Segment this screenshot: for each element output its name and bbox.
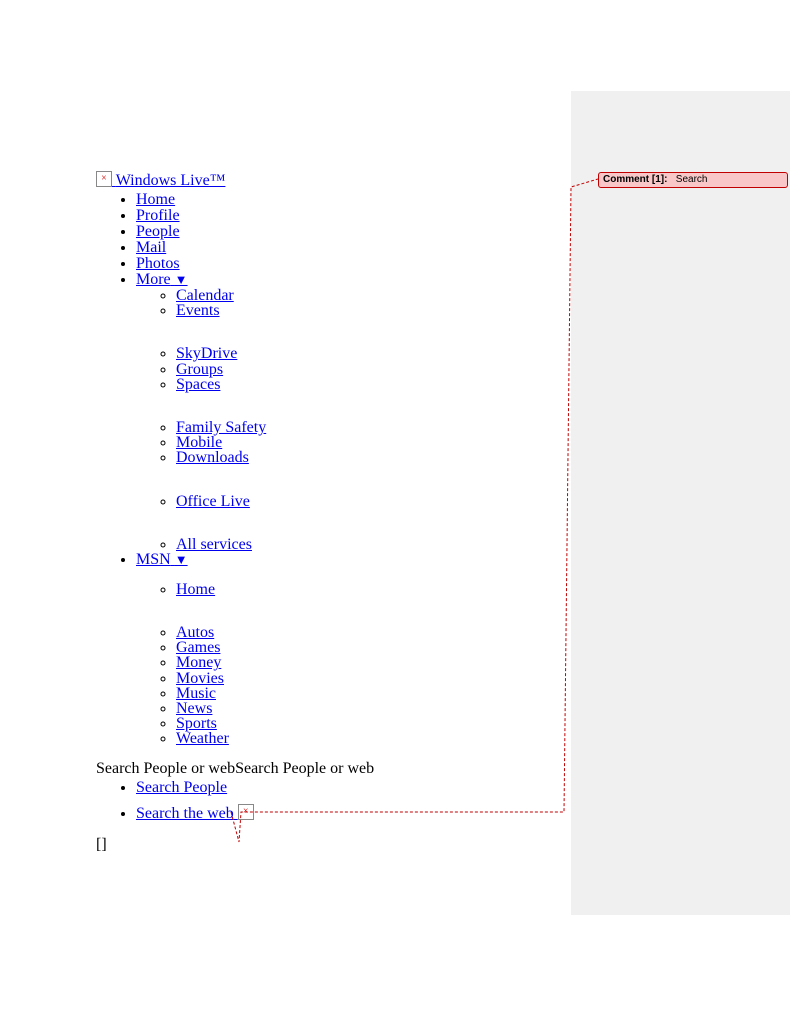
document-content: × Windows Live™ Home Profile People Mail… — [96, 172, 571, 854]
main-nav: Home Profile People Mail Photos More ▼ C… — [96, 192, 571, 747]
search-options: Search People Search the web × — [96, 780, 571, 822]
more-office-live[interactable]: Office Live — [176, 493, 250, 510]
comment-label: Comment [1]: — [603, 174, 667, 185]
nav-home[interactable]: Home — [136, 191, 175, 208]
comments-pane — [571, 91, 790, 915]
nav-profile[interactable]: Profile — [136, 207, 180, 224]
empty-brackets: [] — [96, 836, 571, 854]
more-spaces[interactable]: Spaces — [176, 376, 220, 393]
chevron-down-icon: ▼ — [175, 552, 188, 567]
nav-msn[interactable]: MSN ▼ — [136, 551, 188, 568]
nav-photos[interactable]: Photos — [136, 255, 180, 272]
comment-text: Search — [676, 174, 708, 185]
more-events[interactable]: Events — [176, 302, 220, 319]
msn-home[interactable]: Home — [176, 581, 215, 598]
search-label-1: Search People or web — [96, 760, 235, 777]
more-submenu: Calendar Events — [136, 288, 571, 318]
search-label-2: Search People or web — [235, 760, 374, 777]
msn-submenu: Home — [136, 582, 571, 597]
chevron-down-icon: ▼ — [175, 272, 188, 287]
search-web-link[interactable]: Search the web × — [136, 805, 254, 822]
search-label-row: Search People or webSearch People or web — [96, 760, 571, 778]
broken-image-icon: × — [238, 804, 254, 820]
comment-balloon[interactable]: Comment [1]: Search — [598, 172, 788, 188]
broken-image-icon: × — [96, 171, 112, 187]
more-downloads[interactable]: Downloads — [176, 449, 249, 466]
nav-mail[interactable]: Mail — [136, 239, 166, 256]
search-people-link[interactable]: Search People — [136, 779, 227, 796]
nav-more[interactable]: More ▼ — [136, 271, 188, 288]
msn-weather[interactable]: Weather — [176, 730, 229, 747]
nav-people[interactable]: People — [136, 223, 180, 240]
brand-text: Windows Live™ — [116, 172, 226, 189]
brand-link[interactable]: × Windows Live™ — [96, 172, 225, 189]
